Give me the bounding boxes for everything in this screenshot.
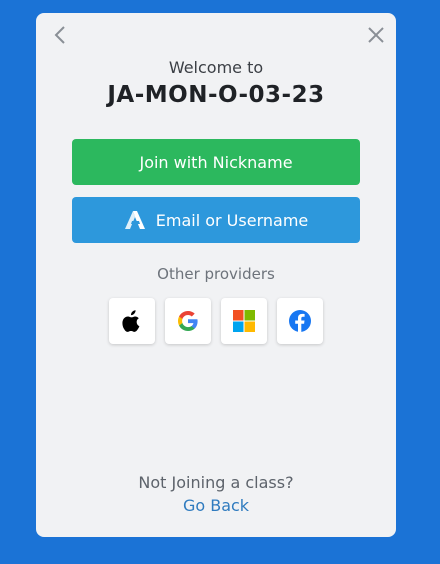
brand-logo-icon <box>124 209 146 231</box>
not-joining-text: Not Joining a class? <box>138 473 294 492</box>
microsoft-login-button[interactable] <box>221 298 267 344</box>
join-with-nickname-button[interactable]: Join with Nickname <box>72 139 360 185</box>
microsoft-icon <box>233 310 255 332</box>
join-modal: Welcome to JA-MON-O-03-23 Join with Nick… <box>36 13 396 537</box>
provider-list <box>109 298 323 344</box>
page-background: Welcome to JA-MON-O-03-23 Join with Nick… <box>0 0 440 564</box>
back-button[interactable] <box>48 23 72 47</box>
go-back-link[interactable]: Go Back <box>36 496 396 515</box>
apple-login-button[interactable] <box>109 298 155 344</box>
facebook-icon <box>289 310 311 332</box>
close-button[interactable] <box>364 23 388 47</box>
other-providers-label: Other providers <box>157 265 275 283</box>
apple-icon <box>122 310 140 332</box>
chevron-left-icon <box>54 26 65 44</box>
class-code: JA-MON-O-03-23 <box>107 82 325 108</box>
welcome-text: Welcome to <box>168 58 264 77</box>
close-icon <box>368 27 384 43</box>
google-login-button[interactable] <box>165 298 211 344</box>
email-or-username-button[interactable]: Email or Username <box>72 197 360 243</box>
email-or-username-label: Email or Username <box>155 210 309 230</box>
google-icon <box>178 311 198 331</box>
facebook-login-button[interactable] <box>277 298 323 344</box>
join-with-nickname-label: Join with Nickname <box>139 152 293 172</box>
